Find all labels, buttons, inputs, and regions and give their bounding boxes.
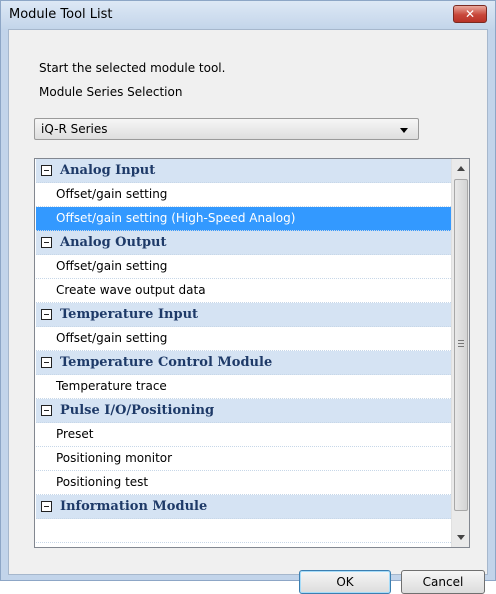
group-pulse-io-positioning[interactable]: Pulse I/O/Positioning bbox=[36, 399, 451, 423]
scroll-up-icon[interactable] bbox=[457, 166, 465, 171]
scroll-down-icon[interactable] bbox=[457, 535, 465, 540]
close-icon: ✕ bbox=[464, 7, 476, 21]
tool-item[interactable]: Create wave output data bbox=[36, 279, 451, 303]
tool-item-selected[interactable]: Offset/gain setting (High-Speed Analog) bbox=[36, 207, 451, 231]
close-button[interactable]: ✕ bbox=[453, 5, 487, 23]
group-label: Information Module bbox=[60, 499, 208, 514]
grip-icon bbox=[458, 340, 464, 347]
group-temperature-input[interactable]: Temperature Input bbox=[36, 303, 451, 327]
instruction-text: Start the selected module tool. bbox=[39, 61, 226, 75]
group-label: Analog Output bbox=[60, 235, 167, 250]
collapse-icon[interactable] bbox=[41, 405, 52, 416]
group-information-module[interactable]: Information Module bbox=[36, 495, 451, 519]
cancel-button[interactable]: Cancel bbox=[401, 570, 485, 594]
tool-item-partial[interactable] bbox=[36, 519, 451, 543]
dialog-body: Start the selected module tool. Module S… bbox=[8, 29, 488, 594]
collapse-icon[interactable] bbox=[41, 357, 52, 368]
module-tool-list-dialog: Module Tool List ✕ Start the selected mo… bbox=[0, 0, 496, 594]
module-tool-tree[interactable]: Analog Input Offset/gain setting Offset/… bbox=[34, 158, 470, 548]
tool-item[interactable]: Temperature trace bbox=[36, 375, 451, 399]
tool-item[interactable]: Positioning test bbox=[36, 471, 451, 495]
group-analog-input[interactable]: Analog Input bbox=[36, 159, 451, 183]
group-label: Analog Input bbox=[60, 163, 156, 178]
collapse-icon[interactable] bbox=[41, 501, 52, 512]
ok-button[interactable]: OK bbox=[299, 570, 391, 594]
tool-item[interactable]: Preset bbox=[36, 423, 451, 447]
scrollbar-thumb[interactable] bbox=[454, 179, 468, 511]
module-series-dropdown[interactable]: iQ-R Series bbox=[34, 118, 419, 140]
tool-item[interactable]: Positioning monitor bbox=[36, 447, 451, 471]
series-selection-label: Module Series Selection bbox=[39, 85, 183, 99]
group-label: Temperature Input bbox=[60, 307, 199, 322]
group-temperature-control-module[interactable]: Temperature Control Module bbox=[36, 351, 451, 375]
group-analog-output[interactable]: Analog Output bbox=[36, 231, 451, 255]
tool-item[interactable]: Offset/gain setting bbox=[36, 327, 451, 351]
chevron-down-icon bbox=[400, 128, 408, 133]
module-series-value: iQ-R Series bbox=[41, 122, 108, 136]
window-title: Module Tool List bbox=[9, 7, 113, 22]
title-bar: Module Tool List ✕ bbox=[1, 1, 495, 29]
vertical-scrollbar[interactable] bbox=[451, 159, 469, 547]
tool-item[interactable]: Offset/gain setting bbox=[36, 255, 451, 279]
group-label: Temperature Control Module bbox=[60, 355, 273, 370]
collapse-icon[interactable] bbox=[41, 237, 52, 248]
collapse-icon[interactable] bbox=[41, 309, 52, 320]
tool-item[interactable]: Offset/gain setting bbox=[36, 183, 451, 207]
group-label: Pulse I/O/Positioning bbox=[60, 403, 215, 418]
collapse-icon[interactable] bbox=[41, 165, 52, 176]
